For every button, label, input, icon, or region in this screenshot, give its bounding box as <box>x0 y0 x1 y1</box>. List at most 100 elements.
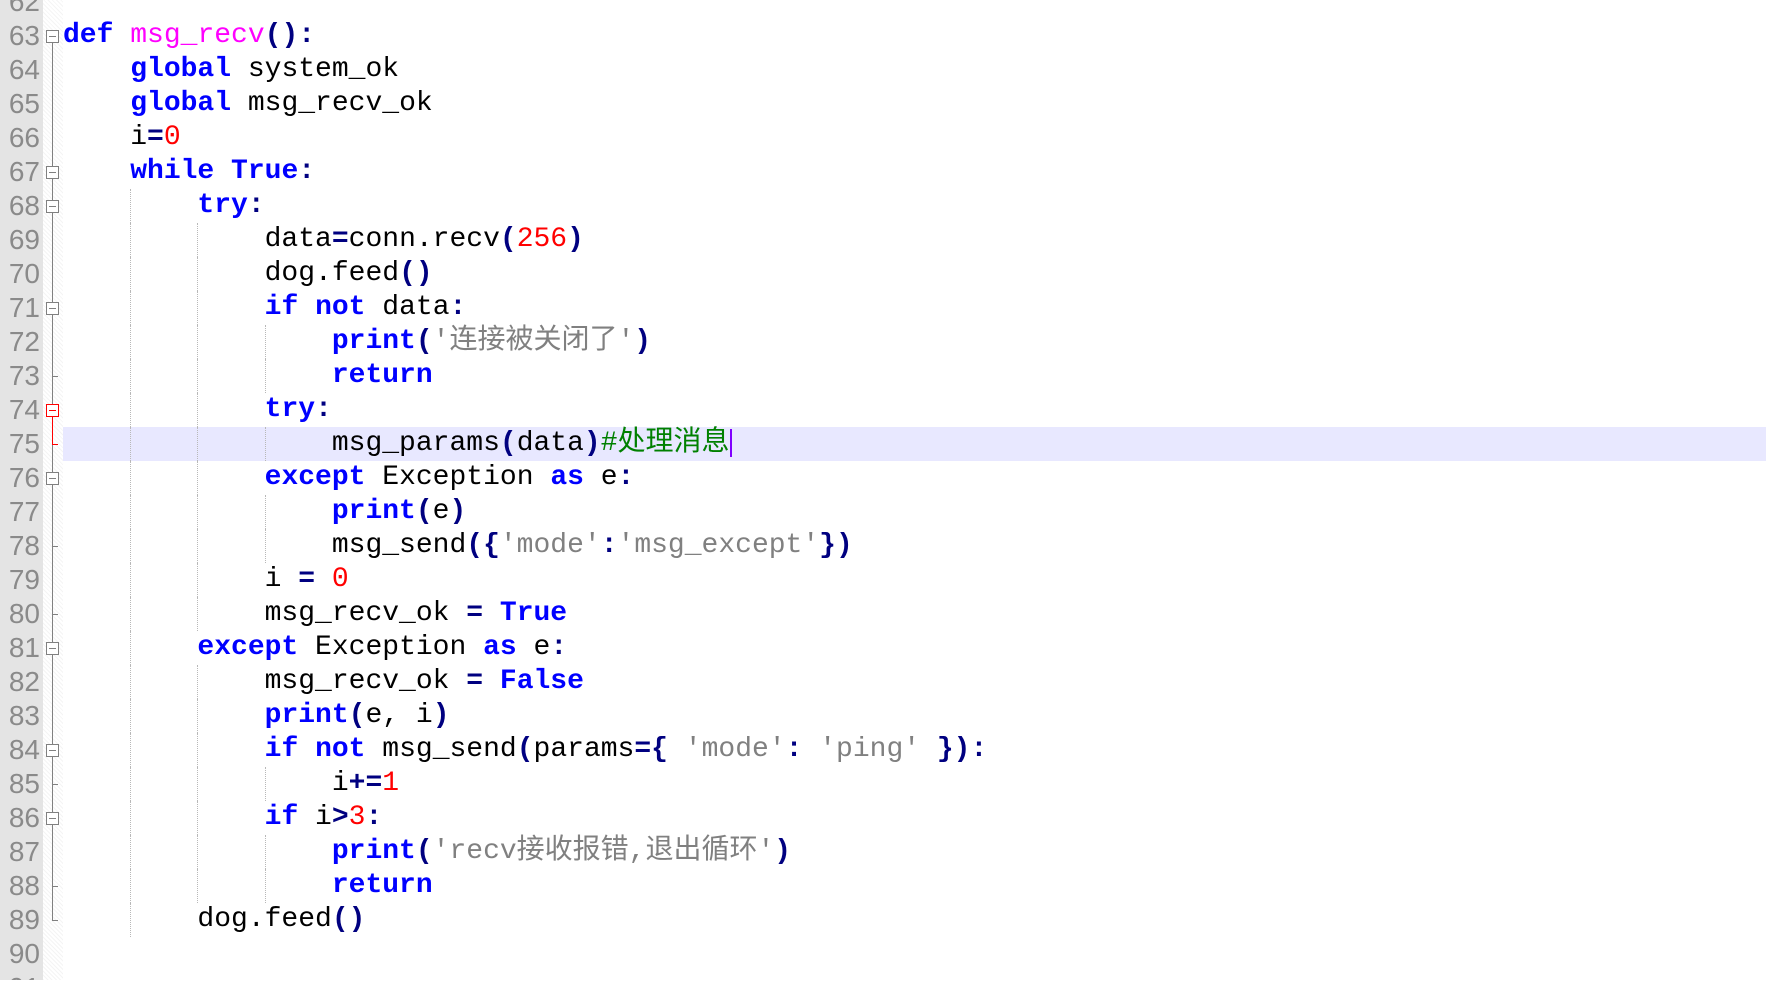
operator: : <box>617 462 635 493</box>
keyword: as <box>483 632 517 663</box>
code-line[interactable]: msg_recv_ok = True <box>0 597 1766 631</box>
code-line[interactable]: try: <box>0 189 1766 223</box>
code-line[interactable]: while True: <box>0 155 1766 189</box>
code-line[interactable]: dog.feed() <box>0 257 1766 291</box>
keyword: try <box>197 190 248 221</box>
code-line[interactable]: global msg_recv_ok <box>0 87 1766 121</box>
keyword: print <box>264 700 349 731</box>
code-line[interactable]: print(e, i) <box>0 699 1766 733</box>
code-text-line: dog.feed() <box>63 903 365 937</box>
code-line[interactable]: except Exception as e: <box>0 631 1766 665</box>
code-line[interactable]: i = 0 <box>0 563 1766 597</box>
fold-toggle-minus-icon[interactable] <box>46 302 59 315</box>
code-line[interactable] <box>0 937 1766 971</box>
code-text: data <box>365 292 450 323</box>
code-text: i <box>63 768 349 799</box>
operator: : <box>449 292 467 323</box>
fold-toggle-minus-icon[interactable] <box>46 472 59 485</box>
code-line[interactable]: print('recv接收报错,退出循环') <box>0 835 1766 869</box>
keyword: True <box>231 156 299 187</box>
operator: ) <box>567 224 584 255</box>
code-line[interactable]: data=conn.recv(256) <box>0 223 1766 257</box>
keyword: print <box>331 496 416 527</box>
operator: ) <box>449 496 467 527</box>
string-literal: 'msg_except' <box>617 530 820 561</box>
keyword: if <box>264 802 299 833</box>
operator: ) <box>432 700 450 731</box>
code-line[interactable]: if i>3: <box>0 801 1766 835</box>
code-line[interactable]: dog.feed() <box>0 903 1766 937</box>
code-text: msg_recv_ok <box>63 598 467 629</box>
code-line[interactable]: return <box>0 359 1766 393</box>
code-line[interactable]: return <box>0 869 1766 903</box>
operator: : <box>315 394 332 425</box>
code-text: e <box>516 632 551 663</box>
text-caret <box>729 428 732 457</box>
code-line[interactable]: def msg_recv(): <box>0 19 1766 53</box>
fold-end-marker <box>52 614 58 615</box>
code-line[interactable]: global system_ok <box>0 53 1766 87</box>
code-text: data <box>516 428 584 459</box>
fold-end-marker <box>52 920 58 921</box>
operator: : <box>785 734 803 765</box>
code-text: e <box>583 462 618 493</box>
code-text-line: global system_ok <box>63 53 399 87</box>
operator: ) <box>774 836 792 867</box>
code-line[interactable]: except Exception as e: <box>0 461 1766 495</box>
code-editor[interactable]: def msg_recv(): global system_ok global … <box>0 0 1766 980</box>
fold-toggle-minus-icon[interactable] <box>46 166 59 179</box>
code-line[interactable] <box>0 0 1766 19</box>
code-line[interactable]: try: <box>0 393 1766 427</box>
code-line[interactable]: msg_recv_ok = False <box>0 665 1766 699</box>
code-line[interactable]: if not data: <box>0 291 1766 325</box>
keyword: not <box>315 292 366 323</box>
operator: : <box>298 20 316 51</box>
operator: = <box>331 224 349 255</box>
code-line[interactable]: i=0 <box>0 121 1766 155</box>
fold-toggle-minus-icon[interactable] <box>46 642 59 655</box>
operator: : <box>247 190 265 221</box>
code-text-line: print('连接被关闭了') <box>63 325 651 359</box>
code-text: conn.recv <box>348 224 500 255</box>
function-name: msg_recv <box>130 20 265 51</box>
keyword: not <box>315 734 366 765</box>
number-literal: 3 <box>348 802 366 833</box>
code-text-line: if i>3: <box>63 801 383 835</box>
current-code-line[interactable]: msg_params(data)#处理消息 <box>0 427 1766 461</box>
code-line[interactable]: i+=1 <box>0 767 1766 801</box>
operator: () <box>264 20 299 51</box>
operator: += <box>348 768 383 799</box>
code-text-line: except Exception as e: <box>63 461 635 495</box>
fold-end-marker <box>52 444 58 445</box>
code-text-line: if not data: <box>63 291 467 325</box>
code-line[interactable]: if not msg_send(params={ 'mode': 'ping' … <box>0 733 1766 767</box>
fold-toggle-minus-icon[interactable] <box>46 200 59 213</box>
keyword: if <box>264 734 299 765</box>
operator: = <box>298 564 316 595</box>
code-line[interactable]: print('连接被关闭了') <box>0 325 1766 359</box>
fold-toggle-minus-icon[interactable] <box>46 30 59 43</box>
code-text-line: msg_params(data)#处理消息 <box>63 427 732 461</box>
code-line[interactable]: print(e) <box>0 495 1766 529</box>
code-line[interactable] <box>0 971 1766 1005</box>
fold-toggle-minus-icon[interactable] <box>46 812 59 825</box>
code-line[interactable]: msg_send({'mode':'msg_except'}) <box>0 529 1766 563</box>
fold-toggle-minus-icon[interactable] <box>46 744 59 757</box>
operator: ( <box>415 326 433 357</box>
code-text-line: try: <box>63 189 265 223</box>
keyword: print <box>331 836 416 867</box>
fold-toggle-minus-icon[interactable] <box>46 404 59 417</box>
code-text: params <box>533 734 635 765</box>
